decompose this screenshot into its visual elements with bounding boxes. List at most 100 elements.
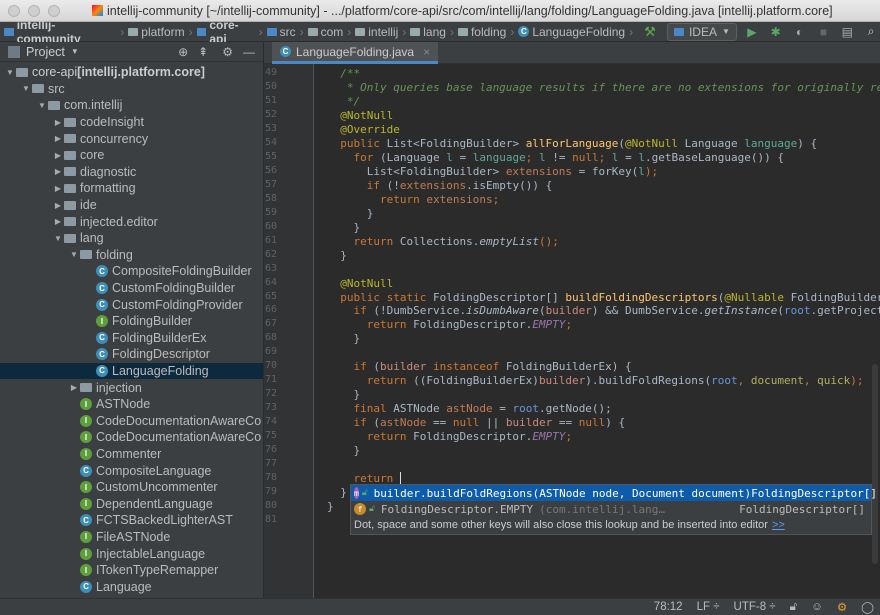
tree-item[interactable]: C LanguageFolding bbox=[0, 362, 263, 380]
expanded-arrow-icon[interactable]: ▼ bbox=[68, 250, 80, 259]
tree-item[interactable]: ▶ injection bbox=[0, 379, 263, 396]
close-window-button[interactable] bbox=[8, 4, 20, 17]
tree-item[interactable]: ▶ codeInsight bbox=[0, 114, 263, 131]
breadcrumb-item[interactable]: com bbox=[306, 25, 346, 39]
collapsed-arrow-icon[interactable]: ▶ bbox=[52, 118, 64, 127]
search-icon[interactable]: ⌕ bbox=[862, 23, 880, 41]
code-token: l bbox=[638, 150, 645, 164]
collapsed-arrow-icon[interactable]: ▶ bbox=[52, 151, 64, 160]
tree-item[interactable]: I ITokenTypeRemapper bbox=[0, 562, 263, 579]
collapsed-arrow-icon[interactable]: ▶ bbox=[52, 201, 64, 210]
breadcrumb-item[interactable]: lang bbox=[408, 25, 448, 39]
tree-item[interactable]: ▼ core-api [intellij.platform.core] bbox=[0, 64, 263, 81]
tab-languagefolding-java[interactable]: C LanguageFolding.java × bbox=[272, 42, 439, 64]
background-tasks-icon[interactable]: ⚙ bbox=[837, 600, 847, 614]
breadcrumb-item[interactable]: intellij bbox=[353, 25, 400, 39]
code-token: (); bbox=[538, 234, 559, 248]
collapsed-arrow-icon[interactable]: ▶ bbox=[52, 167, 64, 176]
expanded-arrow-icon[interactable]: ▼ bbox=[4, 68, 16, 77]
project-tree[interactable]: ▼ core-api [intellij.platform.core] ▼ src ▼ c… bbox=[0, 62, 263, 598]
project-structure-icon[interactable]: ▤ bbox=[838, 23, 856, 41]
interface-icon: I bbox=[80, 447, 92, 460]
collapsed-arrow-icon[interactable]: ▶ bbox=[52, 184, 64, 193]
tree-item[interactable]: I ASTNode bbox=[0, 396, 263, 413]
line-number: 67 bbox=[264, 318, 277, 330]
breadcrumb-item[interactable]: platform bbox=[126, 25, 186, 39]
tree-item[interactable]: I CodeDocumentationAwareCo bbox=[0, 412, 263, 429]
tree-item[interactable]: I DependentLanguage bbox=[0, 495, 263, 512]
tree-item[interactable]: ▶ formatting bbox=[0, 180, 263, 197]
run-configuration-dropdown[interactable]: IDEA ▼ bbox=[666, 22, 737, 41]
tree-item[interactable]: C FoldingDescriptor bbox=[0, 346, 263, 363]
tree-item[interactable]: C CompositeFoldingBuilder bbox=[0, 263, 263, 280]
tree-item[interactable]: I Commenter bbox=[0, 446, 263, 463]
zoom-window-button[interactable] bbox=[48, 4, 60, 17]
inspector-icon[interactable]: ☺ bbox=[811, 601, 823, 613]
tree-item[interactable]: C CompositeLanguage bbox=[0, 462, 263, 479]
code-token: null bbox=[572, 150, 599, 164]
tree-item[interactable]: I InjectableLanguage bbox=[0, 545, 263, 562]
caret-position[interactable]: 78:12 bbox=[654, 601, 683, 613]
line-number: 61 bbox=[264, 234, 277, 246]
hint-more-link[interactable]: >> bbox=[772, 519, 785, 531]
encoding-selector[interactable]: UTF-8 ÷ bbox=[734, 601, 776, 613]
event-log-icon[interactable]: ◯ bbox=[861, 600, 874, 614]
intellij-app-icon bbox=[92, 5, 103, 16]
tree-item-label: diagnostic bbox=[80, 164, 137, 179]
gear-icon[interactable]: ⚙ bbox=[222, 45, 233, 59]
tree-item[interactable]: ▼ src bbox=[0, 81, 263, 98]
expanded-arrow-icon[interactable]: ▼ bbox=[52, 234, 64, 243]
folder-icon bbox=[64, 134, 76, 144]
run-icon[interactable]: ▶ bbox=[743, 23, 761, 41]
stop-icon[interactable]: ■ bbox=[814, 23, 832, 41]
line-number: 74 bbox=[264, 416, 277, 428]
collapsed-arrow-icon[interactable]: ▶ bbox=[52, 217, 64, 226]
tree-item[interactable]: I FileASTNode bbox=[0, 529, 263, 546]
collapse-all-icon[interactable]: ⇞ bbox=[198, 45, 208, 59]
code-token: FoldingDescriptor[] bbox=[432, 290, 566, 304]
tree-item[interactable]: ▶ ide bbox=[0, 197, 263, 214]
breadcrumb-item[interactable]: C LanguageFolding bbox=[516, 25, 627, 39]
tree-item[interactable]: C FCTSBackedLighterAST bbox=[0, 512, 263, 529]
tree-item[interactable]: I FoldingBuilder bbox=[0, 313, 263, 330]
completion-type: FoldingDescriptor[] bbox=[751, 486, 878, 500]
editor-scrollbar[interactable] bbox=[872, 364, 878, 564]
tree-item[interactable]: ▼ folding bbox=[0, 247, 263, 264]
expanded-arrow-icon[interactable]: ▼ bbox=[36, 101, 48, 110]
debug-icon[interactable]: ✱ bbox=[767, 23, 785, 41]
window-title: intellij-community [~/intellij-community… bbox=[107, 3, 833, 18]
scroll-from-source-icon[interactable]: ⊕ bbox=[178, 45, 188, 59]
completion-item[interactable]: m 🔓︎ builder.buildFoldRegions(ASTNode node… bbox=[351, 485, 877, 501]
breadcrumb-item[interactable]: folding bbox=[456, 25, 508, 39]
tree-item[interactable]: ▶ injected.editor bbox=[0, 213, 263, 230]
tree-item[interactable]: ▶ concurrency bbox=[0, 130, 263, 147]
expanded-arrow-icon[interactable]: ▼ bbox=[20, 84, 32, 93]
tree-item[interactable]: ▼ lang bbox=[0, 230, 263, 247]
line-separator-selector[interactable]: LF ÷ bbox=[697, 601, 720, 613]
tree-item[interactable]: C CustomFoldingProvider bbox=[0, 296, 263, 313]
collapsed-arrow-icon[interactable]: ▶ bbox=[52, 134, 64, 143]
tree-item-label: ASTNode bbox=[96, 397, 151, 412]
breadcrumb-item[interactable]: src bbox=[265, 25, 298, 39]
tree-item[interactable]: I CustomUncommenter bbox=[0, 479, 263, 496]
tree-item[interactable]: C Language bbox=[0, 578, 263, 595]
close-tab-icon[interactable]: × bbox=[423, 45, 430, 59]
chevron-down-icon[interactable]: ▼ bbox=[71, 47, 79, 56]
folder-icon bbox=[80, 250, 92, 260]
tree-item[interactable]: ▶ core bbox=[0, 147, 263, 164]
collapsed-arrow-icon[interactable]: ▶ bbox=[68, 383, 80, 392]
tree-item[interactable]: ▼ com.intellij bbox=[0, 97, 263, 114]
tree-item[interactable]: ▶ diagnostic bbox=[0, 164, 263, 181]
tree-item-label: Commenter bbox=[96, 446, 162, 461]
lock-icon[interactable]: 🔓︎ bbox=[790, 601, 797, 614]
project-view-selector[interactable]: Project bbox=[26, 45, 65, 59]
minimize-window-button[interactable] bbox=[28, 4, 40, 17]
tree-item[interactable]: C FoldingBuilderEx bbox=[0, 330, 263, 347]
hide-panel-icon[interactable]: — bbox=[243, 45, 255, 59]
tree-item[interactable]: I CodeDocumentationAwareCo bbox=[0, 429, 263, 446]
build-hammer-icon[interactable]: ⚒ bbox=[641, 23, 659, 41]
tree-item[interactable]: C CustomFoldingBuilder bbox=[0, 280, 263, 297]
code-token: l bbox=[538, 150, 546, 164]
completion-item[interactable]: f 🔓︎ FoldingDescriptor.EMPTY (com.intellij.… bbox=[351, 501, 871, 517]
coverage-icon[interactable]: ◐ bbox=[791, 23, 809, 41]
